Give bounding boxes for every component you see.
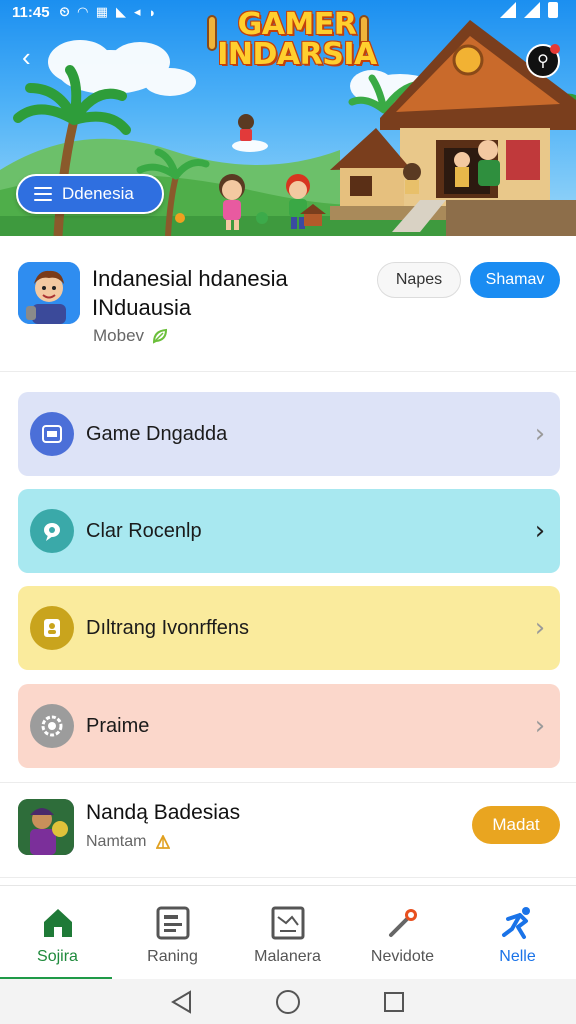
- signal-icon: [500, 2, 516, 18]
- runner-icon: [499, 904, 537, 942]
- bottom-navigation: Sojira Raning Malanera Nevidote Nelle: [0, 885, 576, 980]
- menu-card-chat[interactable]: Clar Rocenlp ›: [18, 489, 560, 573]
- nav-item-nelle[interactable]: Nelle: [460, 886, 575, 980]
- menu-card-praime[interactable]: Praime ›: [18, 684, 560, 768]
- cast-icon: ◂: [133, 4, 141, 19]
- nav-label: Malanera: [254, 948, 321, 965]
- featured-app-name: Nandą Badesias: [86, 801, 241, 824]
- menu-card-game[interactable]: Game Dngadda ›: [18, 392, 560, 476]
- region-menu-button[interactable]: Ddenesia: [16, 174, 164, 214]
- nav-item-raning[interactable]: Raning: [115, 886, 230, 980]
- app-notification-icon: ◗: [148, 4, 157, 20]
- nav-item-home[interactable]: Sojira: [0, 886, 115, 980]
- network-icon: [524, 2, 540, 18]
- photo-icon: ◣: [115, 4, 126, 19]
- app-header: Indanesial hdanesia INduausia Mobev Nape…: [0, 236, 576, 372]
- featured-app-developer-row: Namtam: [86, 833, 171, 851]
- system-navigation-bar: [0, 979, 576, 1024]
- menu-icon: [34, 187, 52, 201]
- nav-label: Raning: [147, 948, 198, 965]
- joystick-icon: [384, 904, 422, 942]
- system-recents-button[interactable]: [381, 989, 407, 1015]
- chat-bubble-icon: [30, 509, 74, 553]
- nav-item-nevidote[interactable]: Nevidote: [345, 886, 460, 980]
- person-icon: [30, 606, 74, 650]
- developer-name[interactable]: Mobev: [93, 326, 144, 346]
- share-button[interactable]: ⚲: [526, 44, 560, 78]
- featured-app-developer: Namtam: [86, 833, 147, 850]
- region-label: Ddenesia: [62, 184, 134, 203]
- menu-list: Game Dngadda › Clar Rocenlp › Dıltrang I…: [0, 372, 576, 782]
- menu-card-label: Praime: [86, 714, 150, 737]
- menu-card-training[interactable]: Dıltrang Ivonrffens ›: [18, 586, 560, 670]
- system-back-button[interactable]: [169, 989, 195, 1015]
- circle-home-icon: [276, 989, 300, 1014]
- app-title: Indanesial hdanesia INduausia: [92, 266, 288, 320]
- menu-card-label: Game Dngadda: [86, 422, 228, 445]
- square-recents-icon: [384, 991, 404, 1012]
- list-icon: [154, 904, 192, 942]
- alarm-icon: ⏲: [59, 4, 70, 19]
- battery-icon: [548, 2, 558, 18]
- hero-title-line2: INDARSIA: [217, 37, 377, 72]
- leaf-icon: [153, 328, 168, 344]
- madat-button[interactable]: Madat: [472, 806, 560, 844]
- chevron-right-icon: ›: [534, 516, 546, 546]
- tent-icon: [156, 835, 171, 849]
- triangle-back-icon: [171, 989, 191, 1014]
- gear-icon: [30, 704, 74, 748]
- app-icon[interactable]: [18, 262, 80, 324]
- menu-card-label: Clar Rocenlp: [86, 519, 202, 542]
- nav-item-malanera[interactable]: Malanera: [230, 886, 345, 980]
- gamepad-icon: [30, 412, 74, 456]
- system-home-button[interactable]: [275, 989, 301, 1015]
- hero-title: GAMER INDARSIA: [212, 10, 382, 70]
- status-time: 11:45: [12, 3, 50, 21]
- map-icon: [269, 904, 307, 942]
- wifi-icon: ◠: [77, 4, 88, 19]
- home-icon: [39, 904, 77, 942]
- nav-label: Nevidote: [370, 948, 435, 965]
- hero-title-line1: GAMER: [237, 7, 357, 42]
- featured-app-row[interactable]: Nandą Badesias Namtam Madat: [0, 782, 576, 878]
- developer-row: Mobev: [93, 326, 168, 346]
- chevron-right-icon: ›: [534, 711, 546, 741]
- shamav-button[interactable]: Shamav: [470, 262, 560, 298]
- notification-dot: [550, 44, 560, 54]
- notification-icon: ▦: [95, 4, 108, 19]
- napes-button[interactable]: Napes: [377, 262, 461, 298]
- menu-card-label: Dıltrang Ivonrffens: [86, 616, 250, 639]
- nav-label: Nelle: [499, 948, 536, 965]
- share-icon: ⚲: [537, 53, 549, 70]
- chevron-right-icon: ›: [534, 613, 546, 643]
- back-arrow-icon[interactable]: ‹: [22, 44, 31, 70]
- featured-app-icon[interactable]: [18, 799, 74, 855]
- chevron-right-icon: ›: [534, 419, 546, 449]
- hero-banner: 11:45 ⏲ ◠ ▦ ◣ ◂ ◗ ‹ GAMER INDARSIA ⚲ Dde…: [0, 0, 576, 236]
- nav-label: Sojira: [37, 948, 78, 965]
